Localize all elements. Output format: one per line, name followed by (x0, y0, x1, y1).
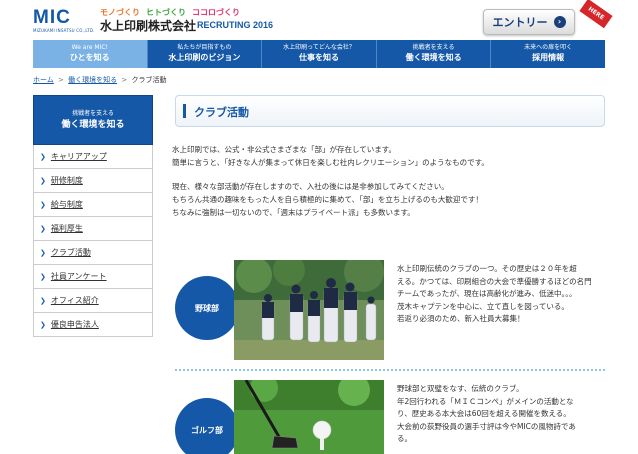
sidebar-item-clubs[interactable]: ❯ クラブ活動 (33, 241, 153, 265)
sidebar-header-sub: 挑戦者を支える (72, 110, 114, 117)
nav-item-recruit[interactable]: 未来への扉を叩く 採用情報 (491, 40, 605, 68)
recruiting-year: RECRUTING 2016 (197, 20, 274, 30)
intro-text: 水上印刷では、公式・非公式さまざまな「部」が存在しています。 簡単に言うと、「好… (172, 143, 605, 219)
nav-item-label: 仕事を知る (298, 53, 339, 62)
breadcrumb-current: クラブ活動 (131, 76, 167, 84)
chevron-right-icon: ❯ (40, 320, 46, 329)
chevron-right-icon: ❯ (40, 224, 46, 233)
sidebar: 挑戦者を支える 働く環境を知る ❯ キャリアアップ ❯ 研修制度 ❯ 給与制度 ❯ 福利… (33, 95, 153, 337)
tagline-hitozukuri: ヒトづくり (146, 8, 186, 17)
intro-line: 簡単に言うと、「好きな人が集まって休日を楽しむ社内レクリエーション」のようなもの… (172, 158, 489, 167)
club-golf: ゴルフ部 野球部と双璧をなす、伝統のクラブ。 年2回行われる「ＭＩＣコンペ」がメ… (175, 380, 605, 454)
breadcrumb-parent[interactable]: 働く環境を知る (68, 76, 117, 84)
club-description: 野球部と双璧をなす、伝統のクラブ。 年2回行われる「ＭＩＣコンペ」がメインの活動… (397, 383, 607, 446)
main-content: クラブ活動 水上印刷では、公式・非公式さまざまな「部」が存在しています。 簡単に… (172, 95, 605, 230)
baseball-team-photo (234, 260, 384, 360)
nav-item-sub: 未来への扉を叩く (524, 44, 573, 51)
nav-item-sub: 水上印刷ってどんな会社？ (283, 44, 355, 51)
breadcrumb: ホーム > 働く環境を知る > クラブ活動 (33, 75, 166, 85)
title-accent-bar (183, 104, 186, 118)
club-line: 年2回行われる「ＭＩＣコンペ」がメインの活動とな (397, 396, 574, 406)
nav-item-vision[interactable]: 私たちが目指すもの 水上印刷のビジョン (147, 40, 263, 68)
nav-item-sub: 私たちが目指すもの (177, 44, 232, 51)
club-line: チームであったが、現在は高齢化が進み、低迷中。。。 (397, 289, 577, 298)
intro-line: ちなみに強制は一切ないので、「週末はプライベート派」も多数います。 (172, 208, 415, 217)
intro-line: 水上印刷では、公式・非公式さまざまな「部」が存在しています。 (172, 145, 397, 154)
chevron-right-icon: ❯ (40, 176, 46, 185)
sidebar-item-office[interactable]: ❯ オフィス紹介 (33, 289, 153, 313)
sidebar-item-label: クラブ活動 (50, 248, 91, 257)
here-badge: HERE (579, 0, 613, 29)
sidebar-header-title: 働く環境を知る (61, 120, 125, 130)
logo-subtitle: MIZUKAMI INSATSU CO.,LTD. (33, 28, 95, 33)
intro-line: 現在、様々な部活動が存在しますので、入社の後には是非参加してみてください。 (172, 182, 449, 191)
sidebar-item-label: 給与制度 (50, 200, 83, 209)
chevron-right-icon: ❯ (40, 248, 46, 257)
sidebar-item-label: 研修制度 (50, 176, 83, 185)
page-title: クラブ活動 (194, 106, 249, 119)
club-line: 大会前の荻野役員の選手寸評は今やMICの風物詩であ (397, 421, 576, 431)
site-header: MIC MIZUKAMI INSATSU CO.,LTD. モノづくり ヒトづくり… (0, 0, 638, 42)
breadcrumb-separator: > (58, 76, 64, 84)
club-line: り、歴史ある本大会は60回を超える開催を数える。 (397, 409, 571, 418)
nav-item-sub: 挑戦者を支える (412, 44, 455, 51)
global-nav: We are MIC! ひとを知る 私たちが目指すもの 水上印刷のビジョン 水上… (33, 40, 605, 68)
entry-label: エントリー (492, 16, 548, 29)
sidebar-item-survey[interactable]: ❯ 社員アンケート (33, 265, 153, 289)
page-title-box: クラブ活動 (175, 95, 605, 127)
company-name: 水上印刷株式会社 (100, 19, 197, 33)
sidebar-item-salary[interactable]: ❯ 給与制度 (33, 193, 153, 217)
sidebar-item-label: 優良申告法人 (50, 320, 99, 329)
club-name-badge: 野球部 (175, 276, 239, 340)
golf-photo (234, 380, 384, 454)
chevron-right-icon: ❯ (40, 200, 46, 209)
sidebar-item-tax[interactable]: ❯ 優良申告法人 (33, 313, 153, 337)
arrow-right-icon: › (553, 16, 566, 28)
sidebar-item-benefits[interactable]: ❯ 福利厚生 (33, 217, 153, 241)
club-line: 水上印刷伝統のクラブの一つ。その歴史は２０年を超 (397, 264, 577, 273)
nav-item-label: 水上印刷のビジョン (168, 53, 241, 62)
sidebar-header[interactable]: 挑戦者を支える 働く環境を知る (33, 95, 153, 145)
golf-photo-image (234, 380, 384, 454)
sidebar-item-label: オフィス紹介 (50, 296, 99, 305)
breadcrumb-separator: > (121, 76, 128, 84)
breadcrumb-home[interactable]: ホーム (33, 76, 54, 84)
club-line: 野球部と双璧をなす、伝統のクラブ。 (397, 384, 524, 393)
nav-item-work[interactable]: 水上印刷ってどんな会社？ 仕事を知る (262, 40, 377, 68)
logo-mic[interactable]: MIC (33, 8, 71, 27)
club-description: 水上印刷伝統のクラブの一つ。その歴史は２０年を超 える。かつては、印刷組合の大会… (397, 263, 607, 326)
sidebar-item-label: 社員アンケート (50, 272, 107, 281)
section-divider (175, 369, 605, 371)
club-line: える。かつては、印刷組合の大会で準優勝するほどの名門 (397, 276, 592, 286)
sidebar-item-label: キャリアアップ (50, 152, 107, 161)
sidebar-item-training[interactable]: ❯ 研修制度 (33, 169, 153, 193)
sidebar-item-label: 福利厚生 (50, 224, 83, 233)
nav-item-sub: We are MIC! (71, 44, 108, 51)
nav-item-label: 働く環境を知る (405, 53, 462, 62)
club-line: 茂木キャプテンを中心に、立て直しを図っている。 (397, 301, 569, 311)
baseball-photo-image (234, 260, 384, 360)
club-name-badge: ゴルフ部 (175, 398, 239, 454)
tagline-kokorozukuri: ココロづくり (192, 8, 240, 17)
chevron-right-icon: ❯ (40, 296, 46, 305)
chevron-right-icon: ❯ (40, 272, 46, 281)
nav-item-people[interactable]: We are MIC! ひとを知る (33, 40, 148, 68)
tagline-monozukuri: モノづくり (100, 8, 140, 17)
intro-line: もちろん共通の趣味をもった人を自ら積極的に集めて、「部」を立ち上げるのも大歓迎で… (172, 195, 483, 204)
nav-item-label: 採用情報 (532, 53, 565, 62)
chevron-right-icon: ❯ (40, 152, 46, 161)
club-line: 若返り必須のため、新入社員大募集！ (397, 314, 525, 323)
club-baseball: 野球部 水上印刷伝統のクラブの一つ。その歴史は２０年を超 える。かつては、印刷組… (175, 260, 605, 360)
nav-item-environment[interactable]: 挑戦者を支える 働く環境を知る (376, 40, 492, 68)
sidebar-item-career[interactable]: ❯ キャリアアップ (33, 145, 153, 169)
club-line: る。 (397, 434, 412, 443)
nav-item-label: ひとを知る (69, 53, 110, 62)
entry-button[interactable]: エントリー › (483, 9, 575, 35)
